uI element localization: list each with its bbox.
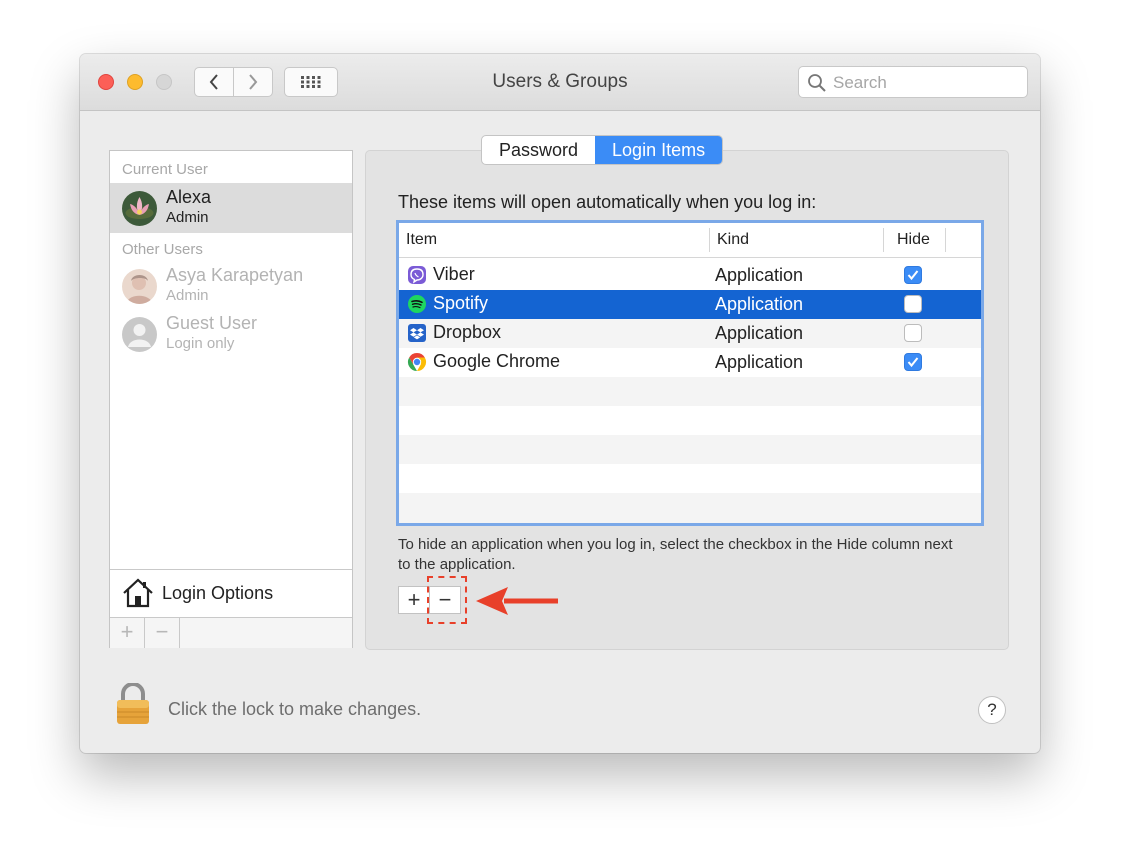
sidebar-button-bar: + − [110, 617, 352, 648]
user-role: Login only [166, 335, 235, 352]
person-photo-icon [122, 269, 157, 304]
house-icon [123, 578, 153, 608]
table-row[interactable]: Google Chrome Application [399, 348, 981, 377]
user-row-asya[interactable]: Asya Karapetyan Admin [110, 261, 352, 311]
person-silhouette-icon [128, 324, 151, 347]
user-name: Asya Karapetyan [166, 265, 304, 285]
checkmark-icon [907, 357, 919, 368]
user-row-alexa[interactable]: Alexa Admin [110, 183, 352, 233]
empty-row [399, 406, 981, 435]
tab-password[interactable]: Password [482, 136, 595, 164]
column-divider [709, 228, 710, 252]
highlight-box [427, 576, 467, 624]
remove-user-button[interactable]: − [145, 618, 180, 648]
column-header-kind[interactable]: Kind [717, 223, 749, 257]
user-name: Alexa [166, 187, 212, 207]
login-items-intro: These items will open automatically when… [398, 192, 817, 212]
add-user-button[interactable]: + [110, 618, 145, 648]
hide-checkbox[interactable] [904, 324, 922, 342]
title-bar: Users & Groups [80, 54, 1040, 111]
item-kind: Application [715, 323, 804, 343]
tab-login-items[interactable]: Login Items [595, 136, 723, 164]
arrow-left-icon [476, 587, 558, 615]
item-name: Viber [433, 264, 475, 284]
avatar [122, 191, 157, 226]
chrome-icon [407, 353, 427, 371]
tab-bar: Password Login Items [481, 135, 724, 165]
other-users-heading: Other Users [122, 241, 203, 258]
column-divider [883, 228, 884, 252]
user-row-guest[interactable]: Guest User Login only [110, 309, 352, 359]
column-divider [945, 228, 946, 252]
empty-row [399, 435, 981, 464]
search-field[interactable] [798, 66, 1028, 99]
dropbox-icon [408, 324, 426, 342]
empty-row [399, 493, 981, 523]
avatar [122, 317, 157, 352]
user-role: Admin [166, 209, 209, 226]
hide-checkbox[interactable] [904, 266, 922, 284]
item-name: Google Chrome [433, 351, 561, 371]
search-input[interactable] [831, 67, 1025, 99]
add-login-item-button[interactable]: + [399, 587, 430, 613]
viber-icon [408, 266, 426, 284]
lock-message: Click the lock to make changes. [168, 699, 422, 719]
lotus-avatar-icon [122, 191, 157, 226]
empty-row [399, 464, 981, 493]
checkmark-icon [907, 270, 919, 281]
help-button[interactable]: ? [978, 696, 1006, 724]
table-row[interactable]: Spotify Application [399, 290, 981, 319]
table-row[interactable]: Dropbox Application [399, 319, 981, 348]
table-header: Item Kind Hide [399, 223, 981, 258]
column-header-item[interactable]: Item [406, 223, 437, 257]
column-header-hide[interactable]: Hide [897, 223, 930, 257]
avatar [122, 269, 157, 304]
current-user-heading: Current User [122, 161, 208, 178]
user-name: Guest User [166, 313, 258, 333]
hide-hint-text: To hide an application when you log in, … [398, 536, 953, 573]
search-icon [808, 74, 826, 92]
table-row[interactable]: Viber Application [399, 261, 981, 290]
user-role: Admin [166, 287, 209, 304]
item-name: Spotify [433, 293, 489, 313]
spotify-icon [408, 295, 426, 313]
login-options-row[interactable]: Login Options [110, 569, 352, 618]
hide-checkbox[interactable] [904, 295, 922, 313]
users-sidebar: Current User Alexa Admin Other Users Asy… [109, 150, 353, 648]
hide-checkbox[interactable] [904, 353, 922, 371]
item-kind: Application [715, 294, 804, 314]
item-kind: Application [715, 352, 804, 372]
item-name: Dropbox [433, 322, 502, 342]
login-options-label: Login Options [162, 583, 274, 603]
lock-icon[interactable] [115, 683, 151, 725]
empty-row [399, 377, 981, 406]
item-kind: Application [715, 265, 804, 285]
login-items-table: Item Kind Hide Viber Application Spotify… [396, 220, 984, 526]
